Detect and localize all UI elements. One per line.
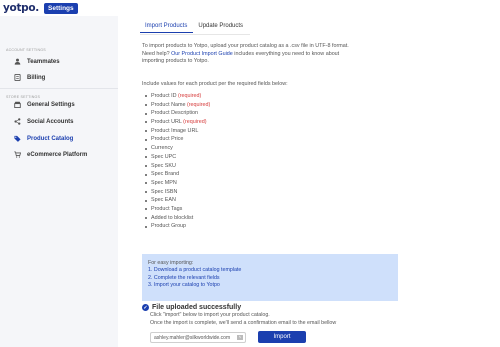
sidebar-item-label: Billing	[27, 74, 46, 81]
import-catalog-step: 3. Import your catalog to Yotpo	[148, 281, 220, 288]
sidebar-item-label: General Settings	[27, 101, 75, 108]
sidebar-item-product-catalog[interactable]: Product Catalog	[14, 135, 73, 142]
sidebar-item-general-settings[interactable]: General Settings	[14, 101, 75, 108]
field-name: Product Description	[151, 110, 199, 117]
store-settings-heading: STORE SETTINGS	[6, 95, 41, 99]
intro-help-prefix: Need help?	[142, 50, 172, 57]
tab-import-products[interactable]: Import Products	[140, 23, 194, 33]
field-list-item: Product Description	[145, 109, 210, 118]
required-fields-list: Product ID (required) Product Name (requi…	[145, 92, 210, 231]
field-list-item: Spec SKU	[145, 162, 210, 171]
upload-status: ✓ File uploaded successfully Click "impor…	[142, 304, 336, 327]
store-icon	[14, 101, 21, 108]
sidebar-item-label: Teammates	[27, 58, 60, 65]
field-name: Added to blocklist	[151, 214, 194, 221]
required-marker: (required)	[183, 119, 207, 126]
sidebar-divider	[0, 88, 118, 89]
include-values-text: Include values for each product per the …	[142, 81, 288, 87]
field-name: Product Name	[151, 101, 186, 108]
user-icon	[14, 58, 21, 65]
sidebar: ACCOUNT SETTINGS Teammates Billing STORE…	[0, 16, 118, 347]
download-template-link[interactable]: 1. Download a product catalog template	[148, 267, 398, 274]
intro-help-suffix: includes everything you need to know abo…	[232, 50, 340, 57]
check-icon: ✓	[142, 304, 149, 311]
sidebar-item-label: Product Catalog	[27, 135, 74, 142]
import-button[interactable]: Import	[258, 331, 306, 343]
field-name: Spec SKU	[151, 162, 176, 169]
intro-line-3: importing products to Yotpo.	[142, 58, 209, 65]
field-list-item: Added to blocklist	[145, 214, 210, 223]
field-name: Spec UPC	[151, 153, 177, 160]
main-panel: Import Products Update Products To impor…	[118, 16, 500, 347]
intro-line-1: To import products to Yotpo, upload your…	[142, 43, 349, 49]
required-marker: (required)	[177, 93, 202, 99]
sidebar-item-ecommerce-platform[interactable]: eCommerce Platform	[14, 151, 87, 158]
upload-title-row: ✓ File uploaded successfully	[142, 304, 336, 311]
intro-line-2: Need help? Our Product Import Guide incl…	[142, 51, 392, 59]
cart-icon	[14, 151, 21, 158]
share-icon	[14, 118, 21, 125]
tag-icon	[14, 135, 21, 142]
field-name: Product Price	[151, 136, 184, 143]
field-name: Product Image URL	[151, 127, 199, 134]
settings-badge[interactable]: Settings	[44, 2, 78, 14]
sidebar-item-label: eCommerce Platform	[27, 151, 88, 158]
field-list-item: Spec ISBN	[145, 188, 210, 197]
field-name: Currency	[151, 145, 173, 152]
product-import-guide-link[interactable]: Our Product Import Guide	[171, 51, 233, 57]
easy-importing-box: For easy importing: 1. Download a produc…	[142, 254, 398, 301]
required-marker: (required)	[186, 101, 211, 108]
sidebar-item-teammates[interactable]: Teammates	[14, 58, 60, 65]
sidebar-item-billing[interactable]: Billing	[14, 74, 45, 81]
email-field[interactable]: ashley.mahler@silkworldwide.com ✎	[150, 332, 246, 343]
field-list-item: Product URL (required)	[145, 118, 210, 127]
field-name: Spec MPN	[151, 179, 177, 186]
tabs-underline	[140, 34, 250, 35]
upload-instruction: Click "import" below to import your prod…	[150, 312, 270, 318]
tab-update-products[interactable]: Update Products	[193, 23, 249, 33]
field-list-item: Product Tags	[145, 205, 210, 214]
field-name: Spec EAN	[151, 197, 176, 204]
sidebar-item-label: Social Accounts	[27, 118, 74, 125]
field-list-item: Spec EAN	[145, 196, 210, 205]
field-list-item: Spec UPC	[145, 153, 210, 162]
upload-success-title: File uploaded successfully	[152, 304, 242, 311]
field-name: Product Group	[151, 223, 187, 230]
top-bar: yotpo. Settings	[0, 0, 500, 16]
upload-email-note: Once the import is complete, we'll send …	[150, 320, 337, 326]
intro-text: To import products to Yotpo, upload your…	[142, 43, 392, 66]
tabs: Import Products Update Products	[140, 23, 249, 33]
field-name: Product Tags	[151, 205, 183, 212]
email-value: ashley.mahler@silkworldwide.com	[154, 335, 231, 341]
field-name: Spec Brand	[151, 171, 180, 178]
easy-importing-title: For easy importing:	[148, 260, 194, 266]
field-list-item: Product Price	[145, 135, 210, 144]
field-name: Product URL	[151, 119, 182, 126]
account-settings-heading: ACCOUNT SETTINGS	[6, 48, 46, 52]
yotpo-logo[interactable]: yotpo.	[3, 2, 39, 14]
field-list-item: Product Name (required)	[145, 101, 210, 110]
field-name: Spec ISBN	[151, 188, 178, 195]
sidebar-item-social-accounts[interactable]: Social Accounts	[14, 118, 73, 125]
field-list-item: Product ID (required)	[145, 92, 210, 101]
field-list-item: Product Group	[145, 222, 210, 231]
field-list-item: Currency	[145, 144, 210, 153]
billing-icon	[14, 74, 21, 81]
complete-fields-step: 2. Complete the relevant fields	[148, 274, 220, 281]
edit-icon[interactable]: ✎	[237, 335, 243, 340]
field-list-item: Spec Brand	[145, 170, 210, 179]
field-list-item: Product Image URL	[145, 127, 210, 136]
field-list-item: Spec MPN	[145, 179, 210, 188]
field-name: Product ID	[151, 93, 177, 99]
